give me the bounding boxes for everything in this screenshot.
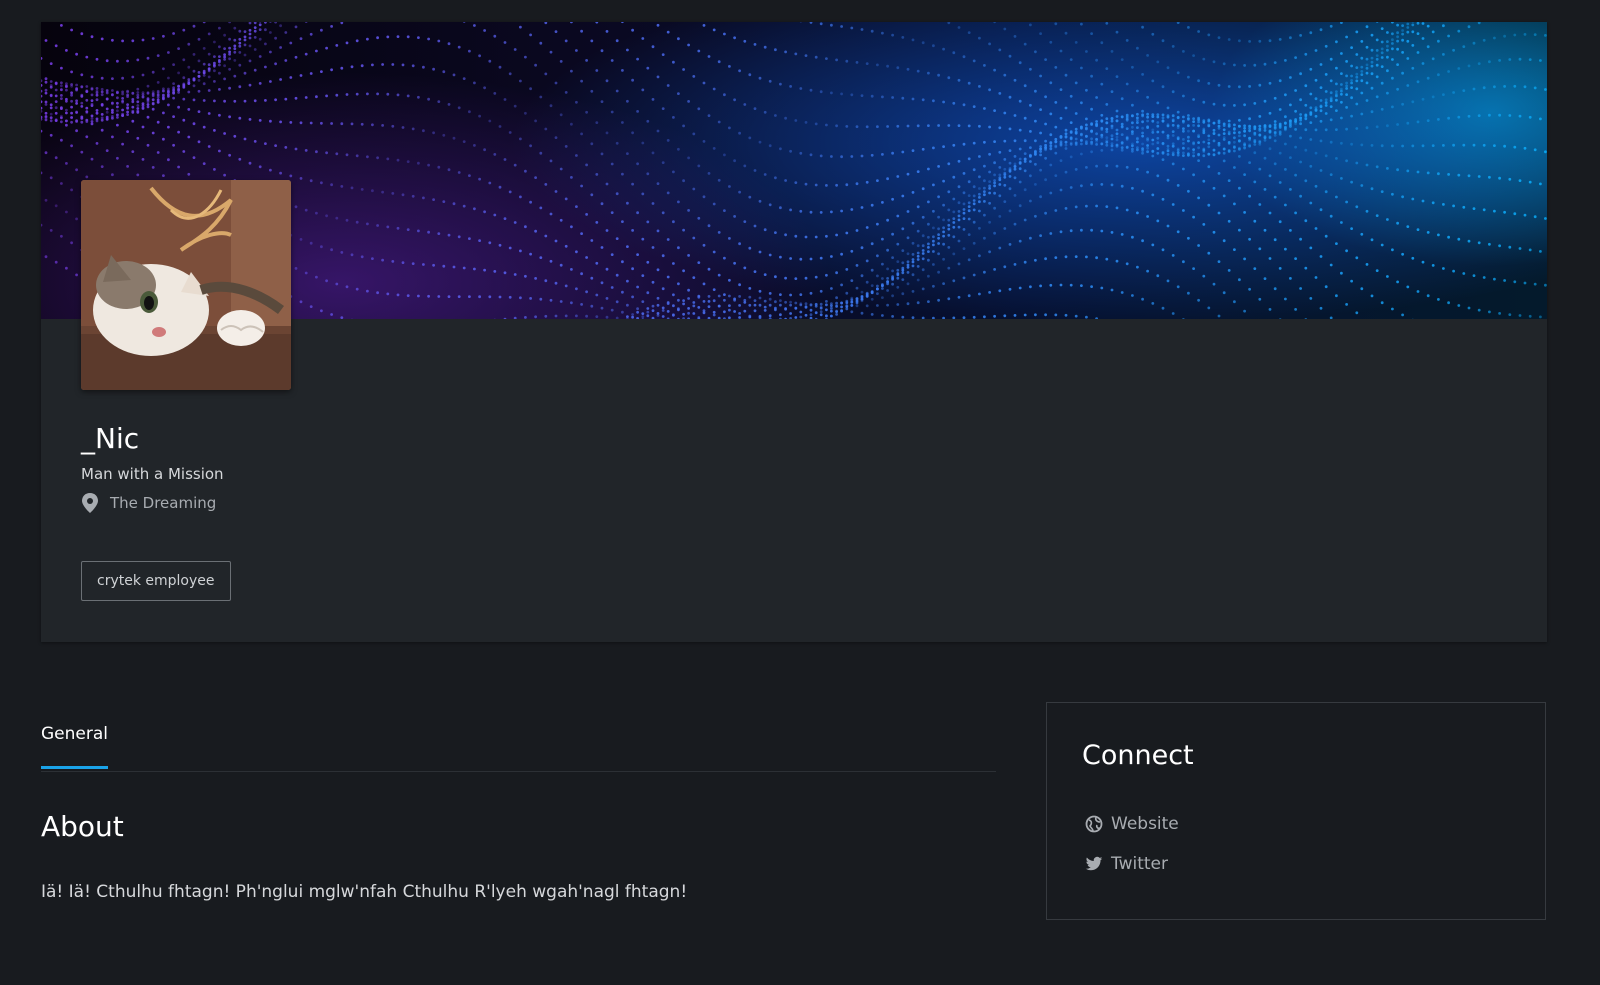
connect-heading: Connect (1082, 740, 1194, 771)
twitter-link-label: Twitter (1111, 854, 1168, 874)
map-pin-icon (81, 493, 99, 513)
role-badge: crytek employee (81, 561, 231, 601)
avatar[interactable] (81, 180, 291, 390)
tab-general[interactable]: General (41, 724, 108, 769)
connect-panel: Connect Website Twitter (1046, 702, 1546, 920)
about-heading: About (41, 810, 124, 843)
profile-tagline: Man with a Mission (81, 465, 224, 483)
website-link-label: Website (1111, 814, 1179, 834)
twitter-icon (1085, 855, 1103, 873)
twitter-link[interactable]: Twitter (1085, 854, 1168, 874)
location-label: The Dreaming (110, 494, 217, 512)
profile-page: _Nic Man with a Mission The Dreaming cry… (0, 0, 1600, 985)
username: _Nic (81, 422, 140, 455)
about-text: Iä! Iä! Cthulhu fhtagn! Ph'nglui mglw'nf… (41, 882, 688, 902)
profile-card: _Nic Man with a Mission The Dreaming cry… (41, 22, 1547, 642)
website-link[interactable]: Website (1085, 814, 1179, 834)
globe-icon (1085, 815, 1103, 833)
profile-tabs: General (41, 703, 996, 772)
profile-location: The Dreaming (81, 493, 216, 513)
avatar-cat-image (81, 180, 291, 390)
